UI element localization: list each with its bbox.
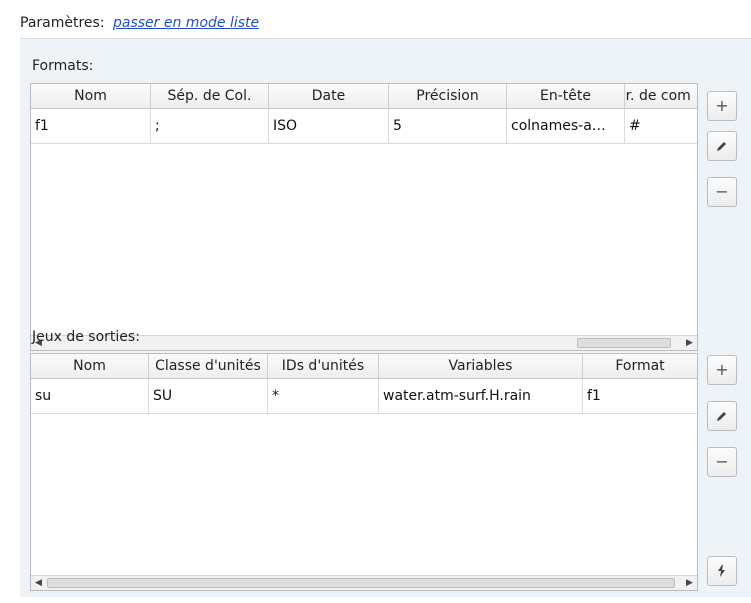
formats-col-nom[interactable]: Nom: [31, 84, 151, 108]
outputs-remove-button[interactable]: −: [707, 447, 737, 477]
outputs-col-variables[interactable]: Variables: [379, 354, 583, 378]
formats-col-precision[interactable]: Précision: [389, 84, 507, 108]
formats-edit-button[interactable]: [707, 131, 737, 161]
outputs-col-nom[interactable]: Nom: [31, 354, 149, 378]
pencil-icon: [717, 142, 726, 151]
outputs-cell-ids[interactable]: *: [268, 379, 379, 413]
formats-table[interactable]: Nom Sép. de Col. Date Précision En-tête …: [30, 83, 698, 351]
outputs-label: Jeux de sorties:: [32, 329, 140, 345]
outputs-cell-format[interactable]: f1: [583, 379, 697, 413]
arrow-right-icon[interactable]: ▶: [684, 578, 695, 589]
formats-cell-comment[interactable]: #: [625, 109, 697, 143]
formats-header-row: Nom Sép. de Col. Date Précision En-tête …: [31, 84, 697, 109]
parameters-header: Paramètres: passer en mode liste: [20, 15, 259, 31]
table-row[interactable]: su SU * water.atm-surf.H.rain f1: [31, 379, 697, 414]
parameters-panel: Formats: Nom Sép. de Col. Date Précision…: [20, 38, 751, 597]
list-mode-link[interactable]: passer en mode liste: [113, 15, 259, 31]
outputs-table[interactable]: Nom Classe d'unités IDs d'unités Variabl…: [30, 353, 698, 591]
formats-cell-entete[interactable]: colnames-a…: [507, 109, 625, 143]
formats-col-comment[interactable]: ar. de com: [625, 84, 697, 108]
formats-cell-date[interactable]: ISO: [269, 109, 389, 143]
outputs-run-button[interactable]: [707, 556, 737, 586]
formats-label: Formats:: [32, 58, 94, 74]
pencil-icon: [717, 412, 726, 421]
formats-cell-nom[interactable]: f1: [31, 109, 151, 143]
outputs-hscrollbar[interactable]: ◀ ▶: [31, 575, 697, 590]
outputs-col-ids[interactable]: IDs d'unités: [268, 354, 379, 378]
formats-cell-precision[interactable]: 5: [389, 109, 507, 143]
outputs-col-format[interactable]: Format: [583, 354, 697, 378]
flash-icon: [718, 565, 725, 577]
formats-col-sep[interactable]: Sép. de Col.: [151, 84, 269, 108]
parameters-label: Paramètres:: [20, 15, 105, 31]
outputs-cell-variables[interactable]: water.atm-surf.H.rain: [379, 379, 583, 413]
formats-scroll-thumb[interactable]: [577, 338, 671, 348]
arrow-left-icon[interactable]: ◀: [33, 578, 44, 589]
outputs-col-classe[interactable]: Classe d'unités: [149, 354, 268, 378]
arrow-right-icon[interactable]: ▶: [684, 338, 695, 349]
formats-col-entete[interactable]: En-tête: [507, 84, 625, 108]
outputs-cell-classe[interactable]: SU: [149, 379, 268, 413]
outputs-edit-button[interactable]: [707, 401, 737, 431]
formats-cell-sep[interactable]: ;: [151, 109, 269, 143]
formats-remove-button[interactable]: −: [707, 177, 737, 207]
table-row[interactable]: f1 ; ISO 5 colnames-a… #: [31, 109, 697, 144]
outputs-header-row: Nom Classe d'unités IDs d'unités Variabl…: [31, 354, 697, 379]
formats-col-date[interactable]: Date: [269, 84, 389, 108]
formats-add-button[interactable]: +: [707, 91, 737, 121]
outputs-scroll-thumb[interactable]: [47, 578, 675, 588]
outputs-add-button[interactable]: +: [707, 355, 737, 385]
outputs-cell-nom[interactable]: su: [31, 379, 149, 413]
